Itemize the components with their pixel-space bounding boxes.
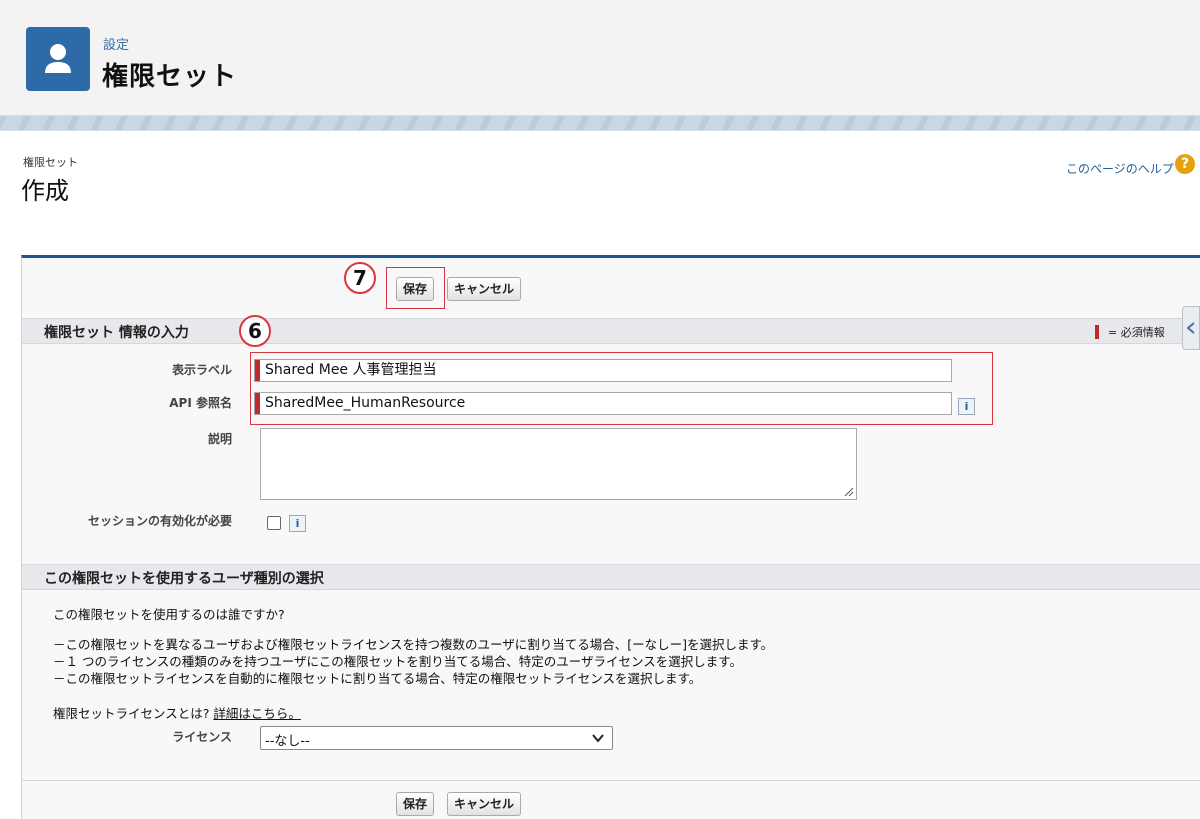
label-field-value: Shared Mee 人事管理担当 <box>265 362 437 378</box>
chevron-left-icon <box>1186 322 1195 334</box>
label-field-label: 表示ラベル <box>171 363 232 377</box>
page-header: 設定 権限セット <box>0 0 1200 116</box>
save-button-bottom[interactable]: 保存 <box>396 792 435 816</box>
api-name-field[interactable]: SharedMee_HumanResource <box>254 392 952 415</box>
description-label: 説明 <box>207 432 232 446</box>
section-header-user-type: この権限セットを使用するユーザ種別の選択 <box>22 564 1200 590</box>
instruction-line-3: －この権限セットライセンスを自動的に権限セットに割り当てる場合、特定の権限セット… <box>53 671 702 686</box>
section-title: 権限セット 情報の入力 <box>44 325 189 341</box>
session-info-icon[interactable]: i <box>289 515 306 532</box>
cancel-button[interactable]: キャンセル <box>447 277 522 301</box>
step-6-annotation: 6 <box>239 315 271 347</box>
required-indicator <box>255 360 260 381</box>
section-header-info: 権限セット 情報の入力 = 必須情報 <box>22 318 1200 344</box>
description-textarea[interactable] <box>260 428 857 500</box>
license-select[interactable]: --なし-- <box>260 726 613 750</box>
section-title: この権限セットを使用するユーザ種別の選択 <box>44 571 324 587</box>
label-field[interactable]: Shared Mee 人事管理担当 <box>254 359 952 382</box>
cancel-button-bottom[interactable]: キャンセル <box>447 792 522 816</box>
session-activation-checkbox[interactable] <box>267 516 281 530</box>
edit-form: 7 保存 キャンセル 権限セット 情報の入力 = 必須情報 6 表示ラベル Sh… <box>21 255 1200 819</box>
details-link[interactable]: 詳細はこちら。 <box>213 706 301 721</box>
step-7-annotation: 7 <box>344 262 376 294</box>
help-link[interactable]: このページのヘルプ <box>1066 160 1174 177</box>
main-panel: 権限セット 作成 このページのヘルプ ? 7 保存 キャンセル 権限セット 情報… <box>0 130 1200 819</box>
license-help-prefix: 権限セットライセンスとは? <box>53 706 214 721</box>
required-indicator <box>255 393 260 414</box>
required-marker <box>1095 325 1099 339</box>
side-panel-toggle[interactable] <box>1182 306 1200 350</box>
sub-title: 作成 <box>21 177 69 205</box>
api-name-info-icon[interactable]: i <box>958 398 975 415</box>
session-activation-label: セッションの有効化が必要 <box>87 514 232 528</box>
divider <box>22 780 1200 781</box>
breadcrumb[interactable]: 設定 <box>103 34 129 53</box>
question-text: この権限セットを使用するのは誰ですか? <box>53 607 285 622</box>
required-legend: = 必須情報 <box>1108 326 1165 339</box>
help-icon[interactable]: ? <box>1175 154 1195 174</box>
license-label: ライセンス <box>172 730 232 744</box>
chevron-down-icon <box>592 734 604 743</box>
section-label: 権限セット <box>23 156 78 169</box>
resize-handle-icon[interactable] <box>844 487 854 497</box>
page-title: 権限セット <box>102 62 238 92</box>
api-name-label: API 参照名 <box>169 396 232 410</box>
user-icon <box>26 27 90 91</box>
license-selected-value: --なし-- <box>265 734 310 749</box>
license-help-text: 権限セットライセンスとは? 詳細はこちら。 <box>53 703 301 722</box>
api-name-value: SharedMee_HumanResource <box>265 395 466 411</box>
save-button[interactable]: 保存 <box>396 277 435 301</box>
